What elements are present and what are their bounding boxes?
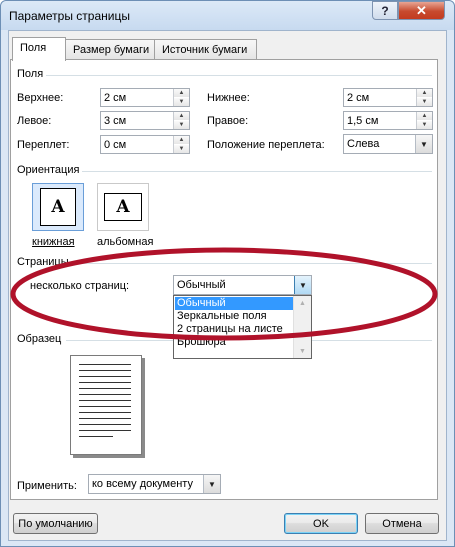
pages-group-label: Страницы (17, 256, 69, 268)
ok-button[interactable]: OK (284, 513, 358, 534)
spin-up-icon[interactable]: ▲ (417, 112, 432, 120)
multiple-pages-value: Обычный (177, 279, 226, 291)
scroll-down-icon[interactable]: ▼ (294, 344, 311, 358)
spin-up-icon[interactable]: ▲ (417, 89, 432, 97)
group-divider (46, 75, 432, 76)
chevron-down-icon[interactable]: ▼ (203, 475, 220, 493)
tab-margins[interactable]: Поля (12, 37, 66, 61)
spin-up-icon[interactable]: ▲ (174, 136, 189, 144)
top-margin-spinner[interactable]: 2 см ▲ ▼ (100, 88, 190, 107)
apply-to-select[interactable]: ко всему документу ▼ (88, 474, 221, 494)
margins-group-label: Поля (17, 68, 44, 80)
right-margin-spinner[interactable]: 1,5 см ▲ ▼ (343, 111, 433, 130)
gutter-position-value: Слева (347, 138, 380, 150)
preview-group-label: Образец (17, 333, 62, 345)
page-preview (70, 355, 142, 455)
apply-to-value: ко всему документу (92, 478, 193, 490)
portrait-label: книжная (32, 236, 75, 248)
top-margin-value: 2 см (104, 92, 127, 104)
portrait-page-icon: A (40, 188, 76, 226)
spin-down-icon[interactable]: ▼ (174, 121, 189, 129)
tab-label: Источник бумаги (162, 44, 248, 56)
button-label: OK (313, 517, 329, 530)
gutter-spinner[interactable]: 0 см ▲ ▼ (100, 135, 190, 154)
multiple-pages-label: несколько страниц: (30, 280, 130, 292)
dropdown-option[interactable]: 2 страницы на листе (175, 323, 294, 336)
gutter-label: Переплет: (17, 139, 70, 151)
spin-up-icon[interactable]: ▲ (174, 89, 189, 97)
help-button[interactable]: ? (372, 1, 398, 20)
spin-down-icon[interactable]: ▼ (174, 145, 189, 153)
spin-down-icon[interactable]: ▼ (417, 98, 432, 106)
left-margin-label: Левое: (17, 115, 52, 127)
bottom-margin-value: 2 см (347, 92, 370, 104)
top-margin-label: Верхнее: (17, 92, 64, 104)
window-title: Параметры страницы (9, 9, 130, 23)
right-margin-label: Правое: (207, 115, 249, 127)
gutter-position-select[interactable]: Слева ▼ (343, 134, 433, 154)
spin-up-icon[interactable]: ▲ (174, 112, 189, 120)
page-letter: A (51, 197, 65, 217)
right-margin-value: 1,5 см (347, 115, 379, 127)
dropdown-option[interactable]: Обычный (175, 297, 294, 310)
gutter-value: 0 см (104, 139, 127, 151)
chevron-down-icon[interactable]: ▼ (415, 135, 432, 153)
tab-label: Поля (20, 42, 47, 54)
landscape-label: альбомная (97, 236, 154, 248)
tab-paper-size[interactable]: Размер бумаги (65, 39, 155, 60)
close-button[interactable]: ✕ (398, 1, 445, 20)
group-divider (82, 171, 432, 172)
portrait-button[interactable]: A (32, 183, 84, 231)
bottom-margin-spinner[interactable]: 2 см ▲ ▼ (343, 88, 433, 107)
set-default-button[interactable]: По умолчанию (13, 513, 98, 534)
orientation-group-label: Ориентация (17, 164, 80, 176)
multiple-pages-select[interactable]: Обычный ▼ (173, 275, 312, 295)
tab-paper-source[interactable]: Источник бумаги (154, 39, 257, 60)
dropdown-option[interactable]: Зеркальные поля (175, 310, 294, 323)
spin-down-icon[interactable]: ▼ (417, 121, 432, 129)
multiple-pages-dropdown-list: Обычный Зеркальные поля 2 страницы на ли… (173, 295, 312, 359)
close-icon: ✕ (416, 2, 427, 18)
landscape-button[interactable]: A (97, 183, 149, 231)
button-label: По умолчанию (18, 517, 93, 530)
dropdown-scrollbar[interactable]: ▲ ▼ (293, 296, 311, 358)
scroll-up-icon[interactable]: ▲ (294, 296, 311, 310)
spin-down-icon[interactable]: ▼ (174, 98, 189, 106)
left-margin-value: 3 см (104, 115, 127, 127)
dropdown-option[interactable]: Брошюра (175, 336, 294, 349)
left-margin-spinner[interactable]: 3 см ▲ ▼ (100, 111, 190, 130)
cancel-button[interactable]: Отмена (365, 513, 439, 534)
help-icon: ? (381, 3, 389, 18)
button-label: Отмена (382, 517, 422, 530)
tab-label: Размер бумаги (73, 44, 150, 56)
landscape-page-icon: A (104, 193, 142, 221)
bottom-margin-label: Нижнее: (207, 92, 250, 104)
title-bar[interactable]: Параметры страницы ? ✕ (1, 1, 454, 30)
gutter-position-label: Положение переплета: (207, 139, 325, 151)
chevron-down-icon[interactable]: ▼ (294, 276, 311, 294)
apply-label: Применить: (17, 480, 77, 492)
group-divider (74, 263, 432, 264)
page-letter: A (116, 197, 130, 217)
